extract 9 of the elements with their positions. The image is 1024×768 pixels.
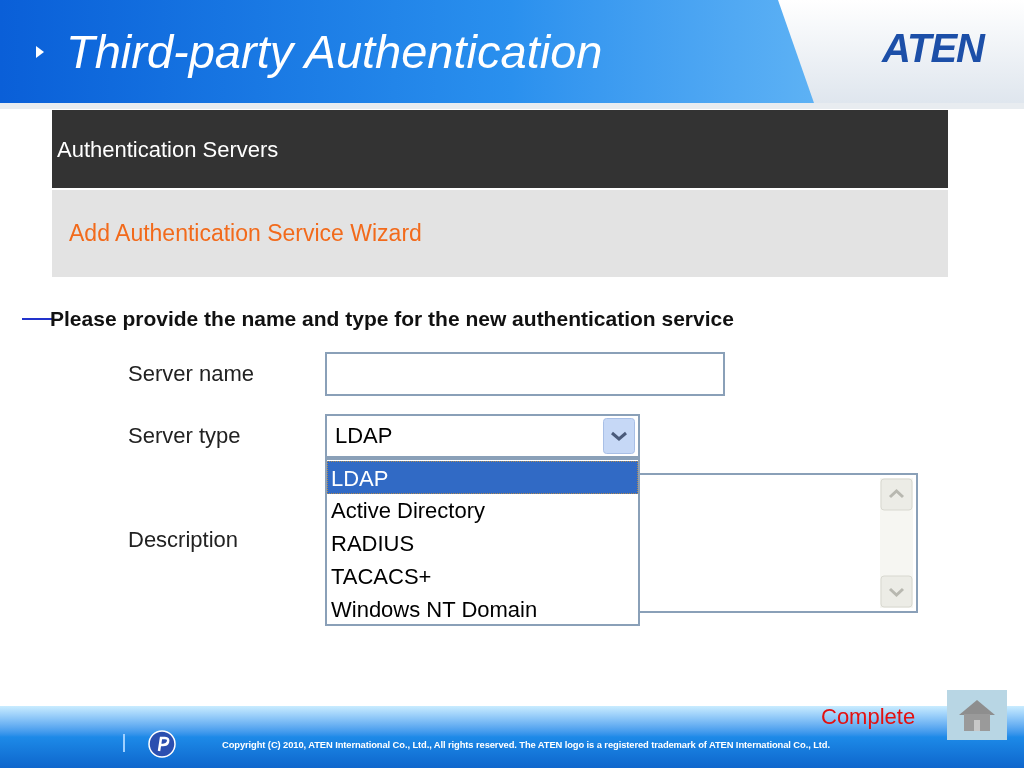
field-label: Server name [128,360,255,388]
field-label: Description [128,525,240,554]
field-label: Server type [128,422,242,450]
logo: ATEN [882,28,984,68]
panel-header: Authentication Servers [52,110,948,188]
wizard-title: Add Authentication Service Wizard [52,190,948,277]
complete-label: Complete [821,706,916,728]
instruction-text: Please provide the name and type for the new authentication service [50,306,734,332]
copyright-text: Copyright (C) 2010, ATEN International Co., Ltd., All rights reserved. The ATEN logo is a registered trademark of ATEN International Co., Ltd. [222,738,830,752]
